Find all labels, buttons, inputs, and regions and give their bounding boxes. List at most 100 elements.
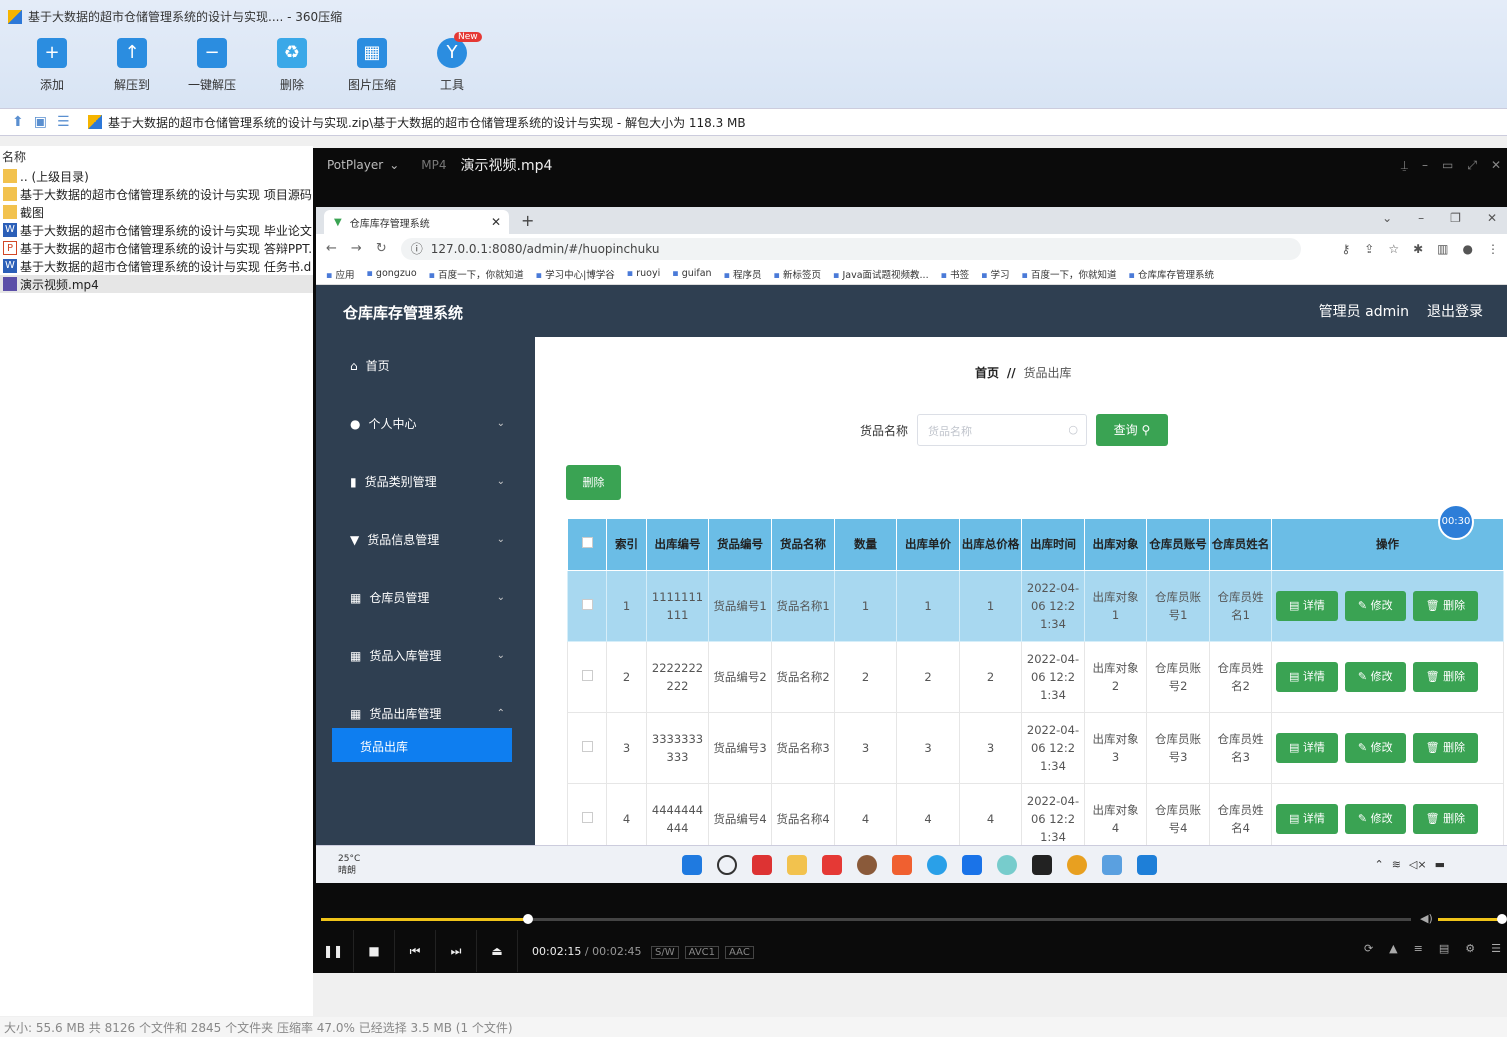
delete-zip-button[interactable]: ♻ 删除 (257, 38, 327, 93)
name-column-header[interactable]: 名称 (0, 146, 313, 167)
close-icon[interactable]: ✕ (1487, 211, 1497, 225)
detail-button[interactable]: ▤ 详情 (1276, 662, 1338, 692)
app-icon[interactable] (892, 855, 912, 875)
row-checkbox[interactable] (581, 741, 593, 752)
sidebar-item-home[interactable]: ⌂ 首页 (350, 357, 505, 374)
wifi-icon[interactable]: ≋ (1392, 858, 1401, 871)
table-row[interactable]: 3 3333333333 货品编号3 货品名称3 3 3 3 2022-04-06 12:21… (567, 712, 1504, 784)
bookmark-item[interactable]: ruoyi (627, 268, 660, 279)
qq-icon[interactable] (927, 855, 947, 875)
bookmark-item[interactable]: 仓库库存管理系统 (1129, 267, 1214, 281)
row-checkbox[interactable] (581, 599, 593, 610)
close-tab-icon[interactable]: ✕ (491, 215, 501, 229)
sidebar-subitem-outbound[interactable]: 货品出库 (332, 728, 512, 762)
app-icon[interactable] (857, 855, 877, 875)
row-checkbox-cell[interactable] (567, 641, 607, 713)
query-button[interactable]: 查询 ⚲ (1096, 414, 1168, 446)
delete-row-button[interactable]: 🗑 删除 (1412, 591, 1479, 621)
bookmark-item[interactable]: 百度一下，你就知道 (429, 267, 524, 281)
fullscreen-icon[interactable]: ⤢ (1467, 158, 1477, 173)
vscode-icon[interactable] (1137, 855, 1157, 875)
video-codec-pill[interactable]: AVC1 (684, 945, 720, 959)
forward-icon[interactable]: → (351, 241, 362, 256)
stop-icon[interactable]: ■ (354, 930, 395, 972)
address-bar[interactable]: ⓘ 127.0.0.1:8080/admin/#/huopinchuku (400, 237, 1301, 260)
audio-codec-pill[interactable]: AAC (725, 945, 754, 959)
list-icon[interactable]: ☰ (57, 114, 70, 130)
view-icon[interactable]: ▣ (34, 114, 47, 130)
minimize-icon[interactable]: – (1418, 211, 1424, 225)
chevron-up-icon[interactable]: ⌃ (1374, 858, 1383, 871)
row-checkbox[interactable] (581, 670, 593, 681)
sidebar-item-staff[interactable]: ▦ 仓库员管理 ⌄ (350, 589, 505, 606)
edit-button[interactable]: ✎ 修改 (1344, 591, 1406, 621)
maximize-icon[interactable]: ▭ (1442, 158, 1453, 173)
detail-button[interactable]: ▤ 详情 (1276, 733, 1338, 763)
restore-icon[interactable]: ❐ (1450, 211, 1461, 225)
eject-icon[interactable]: ⏏ (477, 930, 518, 972)
file-row[interactable]: 基于大数据的超市仓储管理系统的设计与实现 项目源码 (0, 185, 313, 203)
add-button[interactable]: + 添加 (17, 38, 87, 93)
notepad-icon[interactable] (1102, 855, 1122, 875)
bookmark-item[interactable]: 新标签页 (774, 267, 821, 281)
browser-tab[interactable]: ▼ 仓库库存管理系统 ✕ (324, 210, 509, 234)
logout-link[interactable]: 退出登录 (1427, 301, 1483, 321)
one-click-extract-button[interactable]: − 一键解压 (177, 38, 247, 93)
sidebar-item-goods[interactable]: ▼ 货品信息管理 ⌄ (350, 531, 505, 548)
tab-search-icon[interactable]: ⌄ (1382, 211, 1392, 225)
row-checkbox-cell[interactable] (567, 712, 607, 784)
battery-icon[interactable]: ▬ (1435, 858, 1445, 871)
select-all-checkbox[interactable] (581, 537, 593, 548)
sidebar-item-inbound[interactable]: ▦ 货品入库管理 ⌄ (350, 647, 505, 664)
p-app-icon[interactable] (962, 855, 982, 875)
volume-icon[interactable]: ◁× (1409, 858, 1427, 871)
playlist-icon[interactable]: ≡ (1414, 942, 1423, 955)
volume-bar[interactable] (1438, 918, 1502, 921)
back-icon[interactable]: ← (326, 241, 337, 256)
star-icon[interactable]: ☆ (1388, 242, 1399, 256)
chrome-icon[interactable] (1067, 855, 1087, 875)
search-input[interactable]: 货品名称 ○ (917, 414, 1087, 446)
delete-row-button[interactable]: 🗑 删除 (1412, 804, 1479, 834)
bookmark-item[interactable]: 学习 (981, 267, 1010, 281)
weather-widget[interactable]: 25°C 晴朗 (338, 853, 360, 877)
zip-path[interactable]: 基于大数据的超市仓储管理系统的设计与实现.zip\基于大数据的超市仓储管理系统的… (88, 114, 746, 131)
bookmark-item[interactable]: 学习中心|博学谷 (536, 267, 615, 281)
key-icon[interactable]: ⚷ (1341, 242, 1350, 256)
bookmark-item[interactable]: guifan (672, 268, 712, 279)
bookmark-item[interactable]: 应用 (326, 267, 354, 281)
volume-icon[interactable]: ◀) (1420, 912, 1433, 925)
timer-badge[interactable]: 00:30 (1438, 504, 1474, 540)
row-checkbox[interactable] (581, 812, 593, 823)
table-row[interactable]: 4 4444444444 货品编号4 货品名称4 4 4 4 2022-04-06 12:21… (567, 783, 1504, 845)
search-icon[interactable] (717, 855, 737, 875)
previous-icon[interactable]: ⏮ (395, 930, 436, 972)
start-icon[interactable] (682, 855, 702, 875)
extract-to-button[interactable]: ↑ 解压到 (97, 38, 167, 93)
detail-button[interactable]: ▤ 详情 (1276, 591, 1338, 621)
up-icon[interactable]: ⬆ (12, 114, 24, 130)
jetbrains-icon[interactable] (1032, 855, 1052, 875)
menu-icon[interactable]: ☰ (1491, 942, 1501, 955)
pin-icon[interactable]: ⍊ (1401, 158, 1408, 173)
extension-icon[interactable]: ✱ (1413, 242, 1423, 256)
settings-icon[interactable]: ⚙ (1465, 942, 1475, 955)
tools-button[interactable]: Y 工具 (417, 38, 487, 93)
bookmark-item[interactable]: gongzuo (366, 268, 417, 279)
edit-button[interactable]: ✎ 修改 (1344, 733, 1406, 763)
close-icon[interactable]: ✕ (1491, 158, 1501, 173)
row-checkbox-cell[interactable] (567, 570, 607, 642)
subtitle-icon[interactable]: ▤ (1439, 942, 1449, 955)
edit-button[interactable]: ✎ 修改 (1344, 662, 1406, 692)
file-row-selected[interactable]: 演示视频.mp4 (0, 275, 313, 293)
table-row[interactable]: 1 1111111111 货品编号1 货品名称1 1 1 1 2022-04-06 12:21… (567, 570, 1504, 642)
3d-icon[interactable]: ▲ (1389, 942, 1397, 955)
file-row[interactable]: 截图 (0, 203, 313, 221)
edit-button[interactable]: ✎ 修改 (1344, 804, 1406, 834)
profile-icon[interactable]: ● (1463, 242, 1473, 256)
select-all-checkbox-cell[interactable] (567, 518, 607, 571)
image-compress-button[interactable]: ▦ 图片压缩 (337, 38, 407, 93)
bookmark-item[interactable]: Java面试题视频教... (833, 267, 928, 281)
sidebar-item-outbound[interactable]: ▦ 货品出库管理 ⌃ (350, 705, 505, 722)
volume-handle[interactable] (1497, 914, 1507, 924)
